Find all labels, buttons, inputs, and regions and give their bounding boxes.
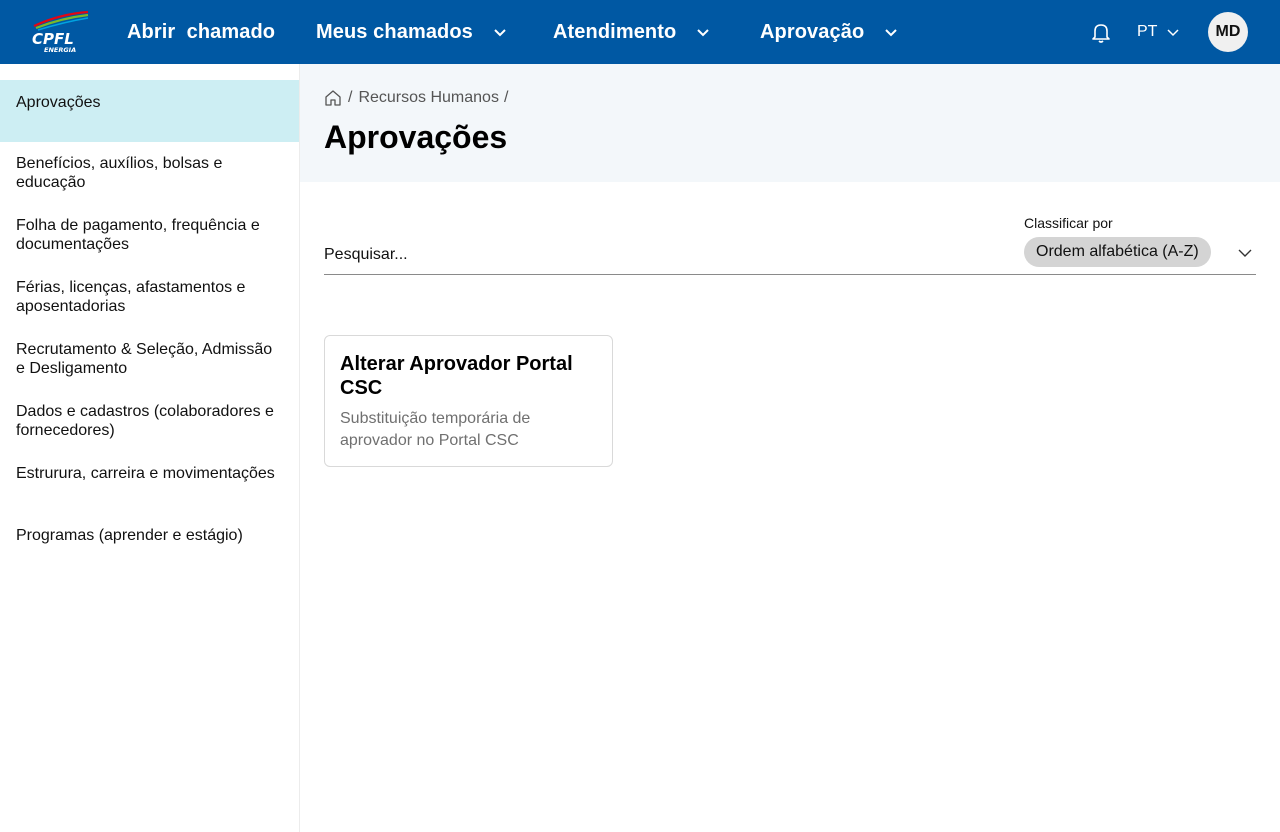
sidebar: Aprovações Benefícios, auxílios, bolsas … <box>0 64 300 832</box>
avatar[interactable]: MD <box>1208 12 1248 52</box>
sidebar-item-dados-cadastros[interactable]: Dados e cadastros (colaboradores e forne… <box>0 390 299 452</box>
breadcrumb-separator: / <box>503 89 509 106</box>
nav-label: Aprovação <box>760 20 865 43</box>
language-label: PT <box>1137 23 1158 40</box>
breadcrumb-item[interactable]: Recursos Humanos <box>358 89 499 107</box>
sidebar-item-estrutura-carreira[interactable]: Estrurura, carreira e movimentações <box>0 452 299 514</box>
nav-abrir-chamado[interactable]: Abrir chamado <box>127 0 275 64</box>
chevron-down-icon <box>493 25 507 39</box>
nav-aprovacao[interactable]: Aprovação <box>760 0 898 64</box>
service-card[interactable]: Alterar Aprovador Portal CSC Substituiçã… <box>324 335 613 467</box>
breadcrumb: / Recursos Humanos / <box>324 89 514 107</box>
sidebar-item-recrutamento[interactable]: Recrutamento & Seleção, Admissão e Desli… <box>0 328 299 390</box>
sidebar-item-ferias[interactable]: Férias, licenças, afastamentos e aposent… <box>0 266 299 328</box>
nav-label: Meus chamados <box>316 20 473 43</box>
sidebar-item-programas[interactable]: Programas (aprender e estágio) <box>0 514 299 576</box>
sidebar-item-beneficios[interactable]: Benefícios, auxílios, bolsas e educação <box>0 142 299 204</box>
chevron-down-icon <box>1166 25 1180 39</box>
chevron-down-icon <box>696 25 710 39</box>
search-input[interactable] <box>324 240 1014 270</box>
language-selector[interactable]: PT <box>1137 0 1180 64</box>
nav-meus-chamados[interactable]: Meus chamados <box>316 0 507 64</box>
bell-icon[interactable] <box>1090 21 1112 43</box>
nav-atendimento[interactable]: Atendimento <box>553 0 710 64</box>
page-title: Aprovações <box>324 119 508 155</box>
sort-label: Classificar por <box>1024 215 1113 231</box>
sidebar-item-aprovacoes[interactable]: Aprovações <box>0 80 299 142</box>
chevron-down-icon[interactable] <box>1238 246 1252 260</box>
nav-label: Atendimento <box>553 20 677 43</box>
breadcrumb-separator: / <box>348 89 353 106</box>
home-icon[interactable] <box>324 89 342 107</box>
main-nav: Abrir chamado Meus chamados Atendimento … <box>0 0 1280 64</box>
sort-select[interactable]: Ordem alfabética (A-Z) <box>1024 237 1211 267</box>
sidebar-item-folha-pagamento[interactable]: Folha de pagamento, frequência e documen… <box>0 204 299 266</box>
chevron-down-icon <box>884 25 898 39</box>
card-title: Alterar Aprovador Portal CSC <box>340 353 573 399</box>
page-header: / Recursos Humanos / Aprovações <box>300 64 1280 182</box>
top-navigation-bar: CPFL ENERGIA Abrir chamado Meus chamados… <box>0 0 1280 64</box>
search-sort-bar: Classificar por Ordem alfabética (A-Z) <box>324 210 1256 275</box>
card-description: Substituição temporária de aprovador no … <box>340 410 531 449</box>
nav-label: Abrir chamado <box>127 20 276 43</box>
